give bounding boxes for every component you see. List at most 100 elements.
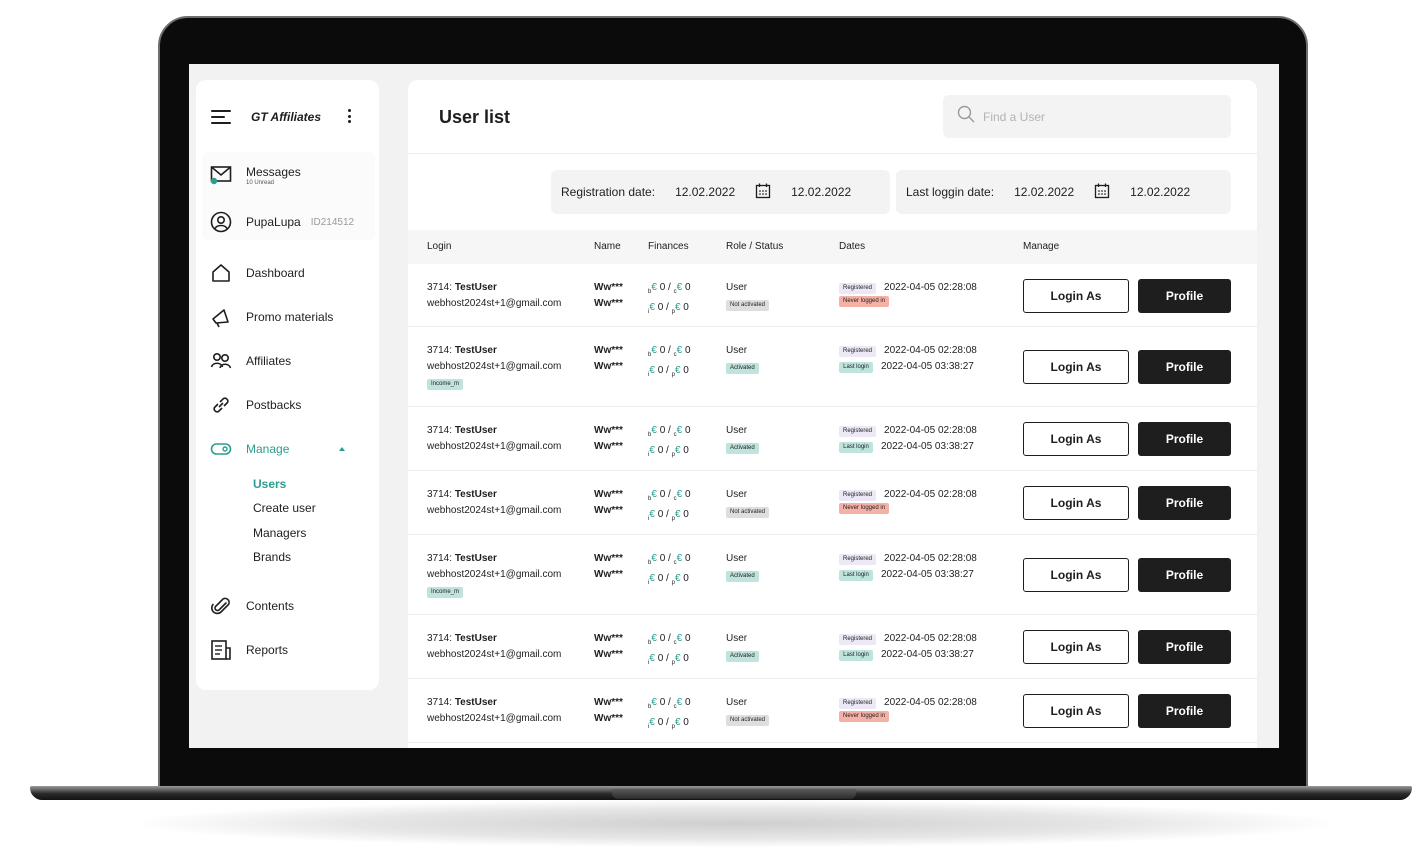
user-login[interactable]: TestUser [455,697,497,708]
user-login[interactable]: TestUser [455,282,497,293]
sidebar-label-reports: Reports [246,643,289,657]
name-cell: Ww*** Ww*** [594,280,623,312]
user-login[interactable]: TestUser [455,345,497,356]
user-login[interactable]: TestUser [455,553,497,564]
registered-badge: Registered [839,345,877,357]
sidebar-item-postbacks[interactable]: Postbacks [210,393,301,417]
profile-button[interactable]: Profile [1138,630,1231,664]
role-status-cell: User Activated [726,343,759,375]
sidebar-item-manage[interactable]: Manage [210,437,346,461]
main-panel: User list Registration date: 12.02.2022 … [408,80,1257,748]
fin-value: 0 [683,573,689,584]
dates-cell: Registered 2022-04-05 02:28:08 Never logg… [839,487,977,514]
more-vertical-icon[interactable] [348,109,352,123]
login-as-button[interactable]: Login As [1023,486,1129,520]
fin-separator: / [666,365,669,376]
submenu-users[interactable]: Users [253,477,286,491]
profile-button[interactable]: Profile [1138,278,1231,313]
last-login-badge: Never logged in [839,296,890,307]
fin-separator: / [668,489,671,500]
fin-separator: / [668,282,671,293]
fin-value: 0 [684,697,691,708]
currency-symbol: € [649,717,655,728]
sidebar-item-affiliates[interactable]: Affiliates [210,349,291,373]
currency-symbol: € [676,633,683,644]
fin-value: 0 [657,302,664,313]
menu-icon[interactable] [211,110,231,124]
table-row: 3714: TestUser webhost2024st+1@gmail.com… [408,407,1257,471]
fin-value: 0 [684,425,691,436]
sidebar-item-reports[interactable]: Reports [210,638,288,662]
fin-value: 0 [659,553,666,564]
finances-cell: b€ 0 / c€ 0 i€ 0 / p€ 0 [648,280,691,320]
status-badge: Activated [726,363,759,374]
fin-value: 0 [657,509,664,520]
messages-label: Messages [246,164,301,179]
fin-value: 0 [657,653,664,664]
profile-button[interactable]: Profile [1138,694,1231,728]
income-tag: Income_m [427,379,464,390]
calendar-icon[interactable] [755,183,771,202]
dates-cell: Registered 2022-04-05 02:28:08 Last login… [839,423,977,455]
submenu-create-user[interactable]: Create user [253,501,316,515]
last-login-date-label: Last loggin date: [906,185,995,199]
page-title: User list [439,107,511,127]
last-login-date-to[interactable]: 12.02.2022 [1130,185,1190,199]
registration-date-to[interactable]: 12.02.2022 [791,185,851,199]
registration-date-from[interactable]: 12.02.2022 [675,185,735,199]
registered-badge: Registered [839,489,877,501]
user-login[interactable]: TestUser [455,425,497,436]
table-row: 3714: TestUser webhost2024st+1@gmail.com… [408,679,1257,743]
role-status-cell: User Activated [726,551,759,583]
status-badge: Activated [726,571,759,582]
login-as-button[interactable]: Login As [1023,694,1129,728]
calendar-icon[interactable] [1094,183,1110,202]
fin-separator: / [668,425,671,436]
sidebar-label-dashboard: Dashboard [246,266,305,280]
submenu-managers[interactable]: Managers [253,526,306,540]
user-login[interactable]: TestUser [455,633,497,644]
sidebar-item-account[interactable]: PupaLupa ID214512 [210,210,354,234]
search-input[interactable] [983,109,1203,124]
registered-date: 2022-04-05 02:28:08 [884,282,977,293]
login-as-button[interactable]: Login As [1023,422,1129,456]
sidebar-item-messages[interactable]: Messages 10 Unread [210,163,301,187]
profile-button[interactable]: Profile [1138,558,1231,592]
dates-cell: Registered 2022-04-05 02:28:08 Last login… [839,551,977,583]
table-row: 3714: TestUser webhost2024st+1@gmail.com… [408,535,1257,615]
fin-value: 0 [659,425,666,436]
profile-button[interactable]: Profile [1138,422,1231,456]
last-login-date-from[interactable]: 12.02.2022 [1014,185,1074,199]
chevron-up-icon[interactable] [339,447,346,451]
name-value: Ww*** [594,361,623,372]
role-value: User [726,697,748,708]
sidebar-item-contents[interactable]: Contents [210,594,294,618]
sidebar-item-dashboard[interactable]: Dashboard [210,261,305,285]
user-login[interactable]: TestUser [455,489,497,500]
finances-cell: b€ 0 / c€ 0 i€ 0 / p€ 0 [648,487,691,527]
name-cell: Ww*** Ww*** [594,487,623,519]
profile-button[interactable]: Profile [1138,486,1231,520]
last-login-badge: Last login [839,569,873,581]
search-box[interactable] [943,95,1231,138]
profile-button[interactable]: Profile [1138,350,1231,384]
sidebar-item-promo[interactable]: Promo materials [210,305,333,329]
status-badge: Not activated [726,507,770,518]
finances-cell: b€ 0 / c€ 0 i€ 0 / p€ 0 [648,551,691,591]
name-value: Ww*** [594,569,623,580]
login-as-button[interactable]: Login As [1023,350,1129,384]
status-badge: Activated [726,651,759,662]
currency-symbol: € [649,573,655,584]
user-circle-icon [210,211,232,233]
login-as-button[interactable]: Login As [1023,558,1129,592]
login-as-button[interactable]: Login As [1023,278,1129,313]
registered-date: 2022-04-05 02:28:08 [884,489,977,500]
currency-symbol: € [651,697,657,708]
header-divider [408,153,1257,154]
status-badge: Not activated [726,715,770,726]
login-as-button[interactable]: Login As [1023,630,1129,664]
submenu-brands[interactable]: Brands [253,550,291,564]
fin-value: 0 [657,573,664,584]
last-login-badge: Last login [839,441,873,453]
fin-separator: / [666,509,669,520]
